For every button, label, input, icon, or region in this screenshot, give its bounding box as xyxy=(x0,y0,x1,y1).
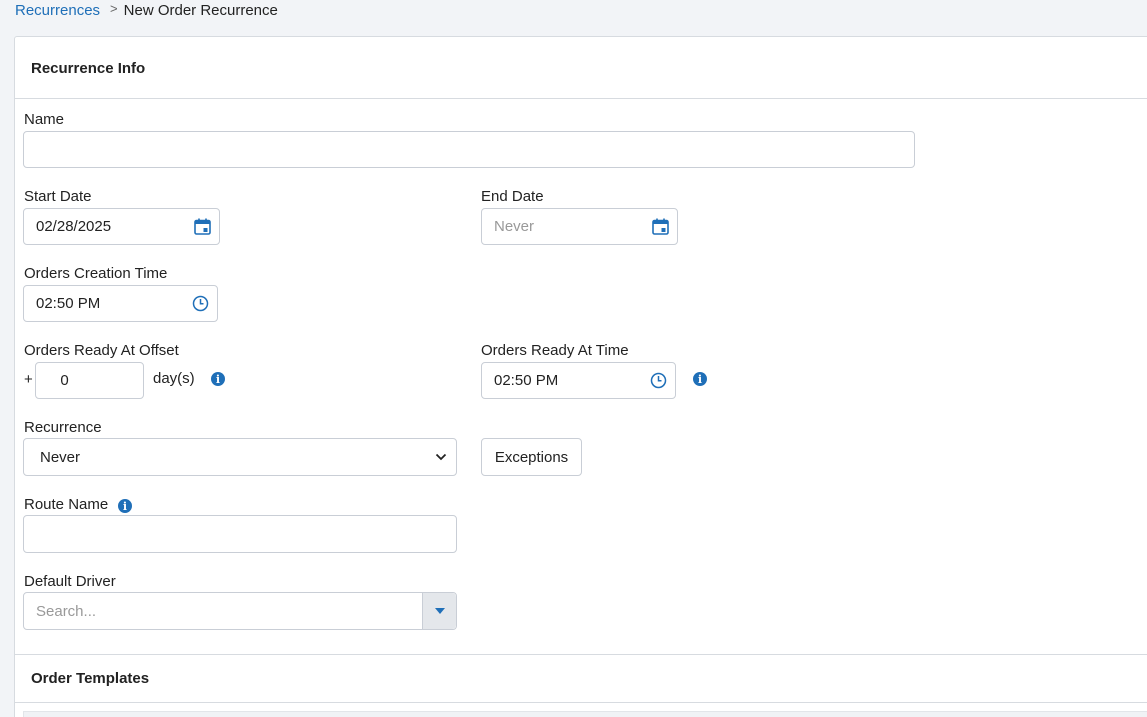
info-icon[interactable]: i xyxy=(693,372,707,386)
recurrence-select[interactable]: Never xyxy=(23,438,457,476)
info-icon[interactable]: i xyxy=(211,372,225,386)
recurrence-form-card: Recurrence Info Name Start Date 02/28/20… xyxy=(14,36,1147,717)
recurrence-selected-value: Never xyxy=(40,448,81,466)
orders-creation-time-input[interactable]: 02:50 PM xyxy=(23,285,218,322)
section-divider xyxy=(15,654,1147,655)
orders-ready-offset-value: 0 xyxy=(60,372,69,389)
start-date-label: Start Date xyxy=(24,188,92,205)
breadcrumb-link-recurrences[interactable]: Recurrences xyxy=(15,2,100,19)
info-icon[interactable]: i xyxy=(118,499,132,513)
chevron-down-icon xyxy=(432,448,450,466)
breadcrumb-separator: > xyxy=(110,0,118,16)
orders-ready-offset-label: Orders Ready At Offset xyxy=(24,342,179,359)
route-name-input[interactable] xyxy=(23,515,457,553)
breadcrumb-current: New Order Recurrence xyxy=(123,1,278,19)
recurrence-label: Recurrence xyxy=(24,419,102,436)
clock-icon[interactable] xyxy=(649,372,667,390)
orders-ready-time-label: Orders Ready At Time xyxy=(481,342,629,359)
name-label: Name xyxy=(24,111,65,128)
start-date-value: 02/28/2025 xyxy=(36,218,112,235)
orders-ready-offset-input[interactable]: 0 xyxy=(35,362,144,399)
offset-unit-label: day(s) xyxy=(153,370,195,387)
orders-creation-time-label: Orders Creation Time xyxy=(24,265,168,282)
section-title-recurrence-info: Recurrence Info xyxy=(31,60,146,77)
end-date-input[interactable]: Never xyxy=(481,208,678,245)
section-title-order-templates: Order Templates xyxy=(31,670,150,687)
default-driver-placeholder: Search... xyxy=(36,602,97,620)
exceptions-button[interactable]: Exceptions xyxy=(481,438,582,476)
orders-creation-time-value: 02:50 PM xyxy=(36,295,101,312)
default-driver-label: Default Driver xyxy=(24,573,116,590)
orders-ready-time-value: 02:50 PM xyxy=(494,372,559,389)
name-input[interactable] xyxy=(23,131,915,168)
end-date-placeholder: Never xyxy=(494,218,535,235)
clock-icon[interactable] xyxy=(191,295,209,313)
order-templates-table-header xyxy=(23,711,1147,717)
breadcrumb: Recurrences > New Order Recurrence xyxy=(15,0,278,20)
end-date-label: End Date xyxy=(481,188,544,205)
section-divider xyxy=(15,702,1147,703)
orders-ready-time-input[interactable]: 02:50 PM xyxy=(481,362,676,399)
default-driver-combobox[interactable]: Search... xyxy=(23,592,457,630)
offset-prefix: + xyxy=(24,371,33,388)
calendar-icon[interactable] xyxy=(651,218,669,236)
calendar-icon[interactable] xyxy=(193,218,211,236)
dropdown-toggle-button[interactable] xyxy=(422,593,456,629)
section-divider xyxy=(15,98,1147,99)
caret-down-icon xyxy=(434,608,445,614)
route-name-label: Route Name xyxy=(24,496,109,513)
start-date-input[interactable]: 02/28/2025 xyxy=(23,208,220,245)
